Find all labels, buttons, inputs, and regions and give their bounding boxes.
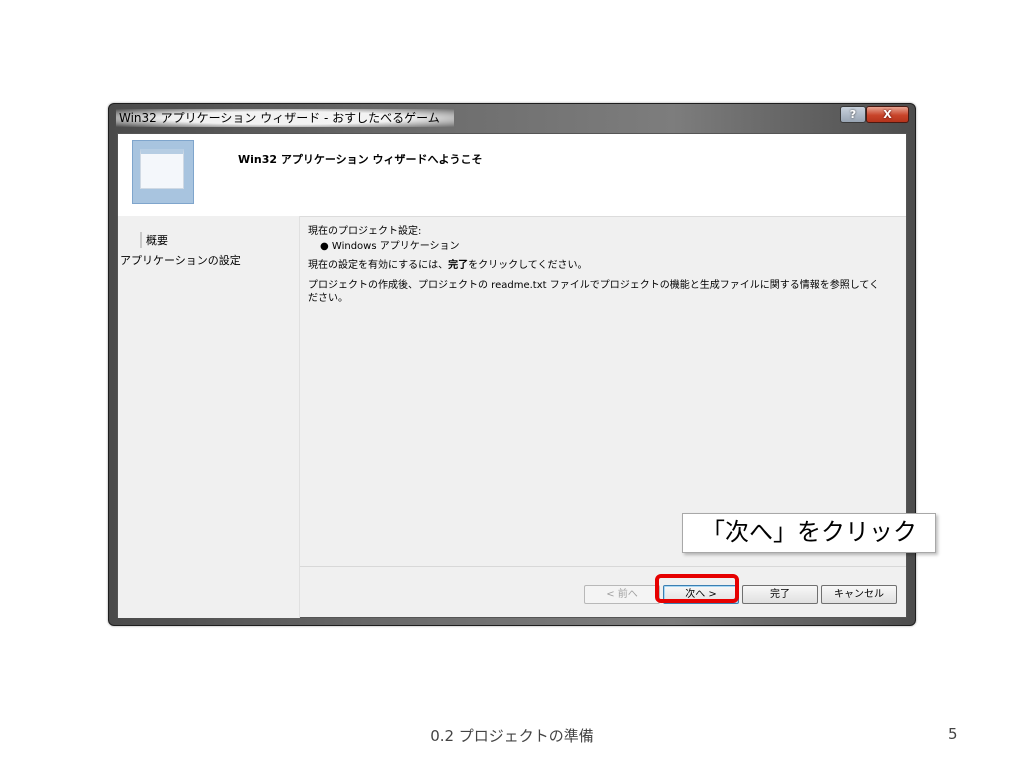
- wizard-header: Win32 アプリケーション ウィザードへようこそ: [118, 134, 906, 217]
- slide-footer: 0.2 プロジェクトの準備: [430, 727, 594, 745]
- accept-text-suffix: をクリックしてください。: [468, 260, 588, 271]
- prev-button[interactable]: < 前へ: [584, 585, 660, 604]
- accept-text-bold: 完了: [448, 260, 469, 271]
- sidebar-item-overview[interactable]: 概要: [140, 232, 168, 248]
- accept-instructions: 現在の設定を有効にするには、完了をクリックしてください。: [308, 259, 588, 272]
- accept-text-prefix: 現在の設定を有効にするには、: [308, 260, 449, 271]
- finish-button[interactable]: 完了: [742, 585, 818, 604]
- close-button[interactable]: X: [866, 106, 909, 123]
- cancel-button[interactable]: キャンセル: [821, 585, 897, 604]
- setting-bullet: ● Windows アプリケーション: [320, 241, 460, 252]
- next-button-highlight: [655, 574, 739, 603]
- wizard-header-title: Win32 アプリケーション ウィザードへようこそ: [238, 153, 483, 166]
- setting-bullet-text: Windows アプリケーション: [331, 241, 460, 252]
- window-glyph-icon: [140, 149, 184, 189]
- sidebar-item-application-settings[interactable]: アプリケーションの設定: [120, 252, 241, 268]
- callout-label: 「次へ」をクリック: [682, 513, 936, 553]
- readme-info: プロジェクトの作成後、プロジェクトの readme.txt ファイルでプロジェク…: [308, 280, 880, 304]
- wizard-sidebar: 概要 アプリケーションの設定: [118, 216, 300, 618]
- title-bar[interactable]: Win32 アプリケーション ウィザード - おすしたべるゲーム ? X: [109, 104, 915, 131]
- window-title: Win32 アプリケーション ウィザード - おすしたべるゲーム: [116, 109, 454, 127]
- help-button[interactable]: ?: [840, 106, 866, 123]
- page-number: 5: [948, 725, 958, 743]
- wizard-window-icon: [132, 140, 194, 204]
- current-settings-label: 現在のプロジェクト設定:: [308, 226, 422, 237]
- slide: Win32 アプリケーション ウィザード - おすしたべるゲーム ? X Win…: [0, 0, 1024, 768]
- footer-divider: [300, 566, 906, 567]
